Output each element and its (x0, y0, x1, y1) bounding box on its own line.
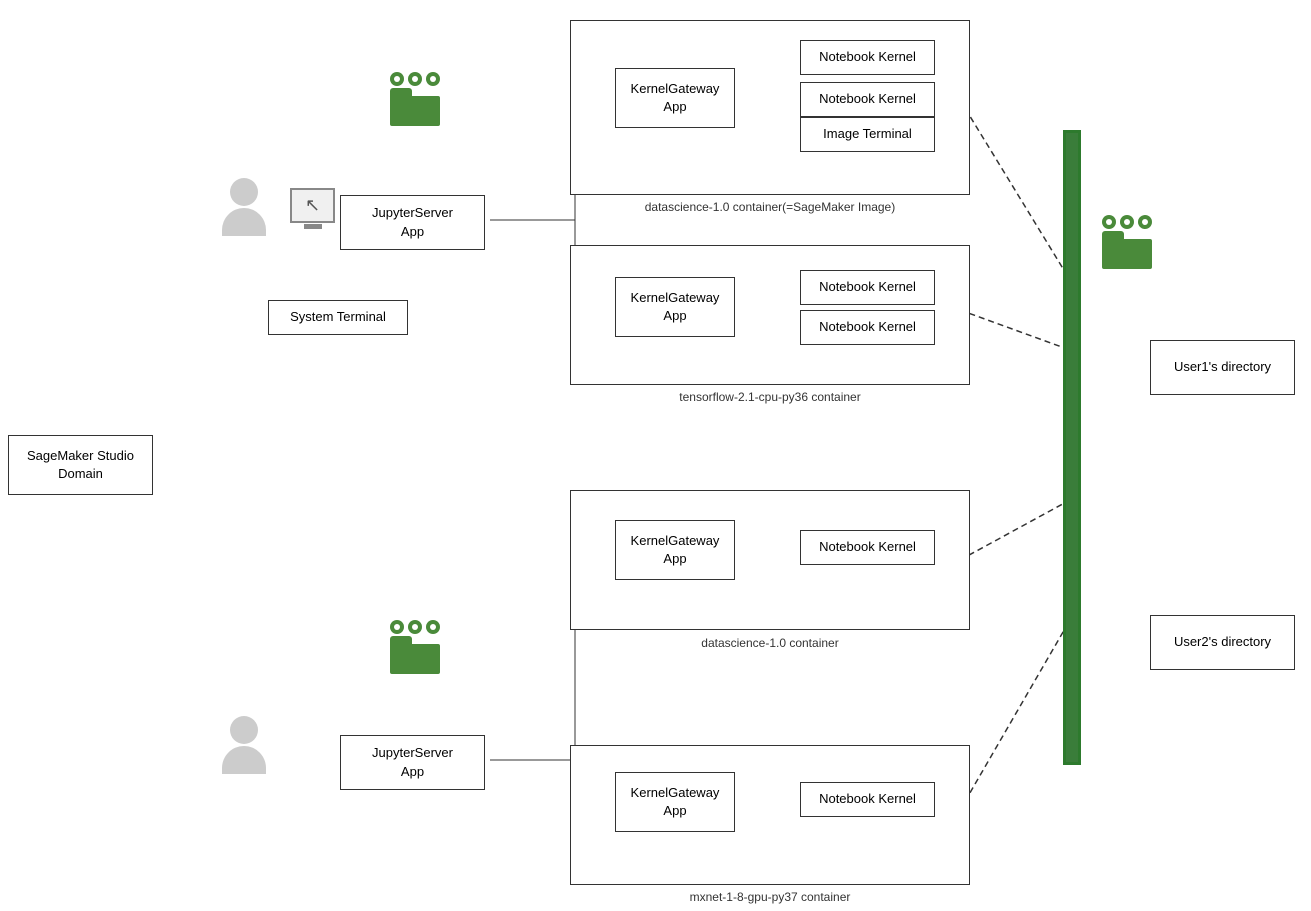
gear-folder-icon-1 (390, 72, 440, 126)
image-terminal-box: Image Terminal (800, 117, 935, 152)
kernel-gateway-app-3: KernelGateway App (615, 520, 735, 580)
gear-folder-icon-efs (1102, 215, 1152, 269)
kernel-gateway-app-1: KernelGateway App (615, 68, 735, 128)
notebook-kernel-4: Notebook Kernel (800, 310, 935, 345)
folder-icon-2 (390, 636, 440, 674)
efs-storage-box (1063, 130, 1081, 765)
folder-body-1 (390, 96, 440, 126)
kernel-gateway-app-2: KernelGateway App (615, 277, 735, 337)
notebook-kernel-5: Notebook Kernel (800, 530, 935, 565)
container-2-label: tensorflow-2.1-cpu-py36 container (570, 390, 970, 404)
kernel-gateway-app-4: KernelGateway App (615, 772, 735, 832)
user1-directory-box: User1's directory (1150, 340, 1295, 395)
notebook-kernel-3: Notebook Kernel (800, 270, 935, 305)
gear-efs-3 (1138, 215, 1152, 229)
sagemaker-domain-box: SageMaker Studio Domain (8, 435, 153, 495)
user2-head (230, 716, 258, 744)
user2-body (222, 746, 266, 774)
gear-2 (408, 72, 422, 86)
gear-6 (426, 620, 440, 634)
notebook-kernel-1: Notebook Kernel (800, 40, 935, 75)
folder-body-2 (390, 644, 440, 674)
gear-1 (390, 72, 404, 86)
gear-row-efs (1102, 215, 1152, 229)
notebook-kernel-2: Notebook Kernel (800, 82, 935, 117)
container-1-label: datascience-1.0 container(=SageMaker Ima… (570, 200, 970, 214)
folder-body-efs (1102, 239, 1152, 269)
gear-4 (390, 620, 404, 634)
folder-icon-efs (1102, 231, 1152, 269)
jupyter-server-app-1: JupyterServer App (340, 195, 485, 250)
container-3-label: datascience-1.0 container (570, 636, 970, 650)
gear-folder-icon-2 (390, 620, 440, 674)
user1-icon (222, 178, 266, 236)
gear-row-1 (390, 72, 440, 86)
screen-terminal-icon: ↖ (290, 188, 335, 223)
jupyter-server-app-2: JupyterServer App (340, 735, 485, 790)
gear-efs-2 (1120, 215, 1134, 229)
notebook-kernel-6: Notebook Kernel (800, 782, 935, 817)
gear-row-2 (390, 620, 440, 634)
user1-body (222, 208, 266, 236)
user2-icon (222, 716, 266, 774)
diagram-container: SageMaker Studio Domain ↖ JupyterServer … (0, 0, 1311, 911)
gear-5 (408, 620, 422, 634)
user2-directory-box: User2's directory (1150, 615, 1295, 670)
gear-3 (426, 72, 440, 86)
system-terminal-box: System Terminal (268, 300, 408, 335)
container-4-label: mxnet-1-8-gpu-py37 container (570, 890, 970, 904)
gear-efs-1 (1102, 215, 1116, 229)
folder-icon-1 (390, 88, 440, 126)
user1-head (230, 178, 258, 206)
cursor-icon: ↖ (305, 195, 320, 216)
